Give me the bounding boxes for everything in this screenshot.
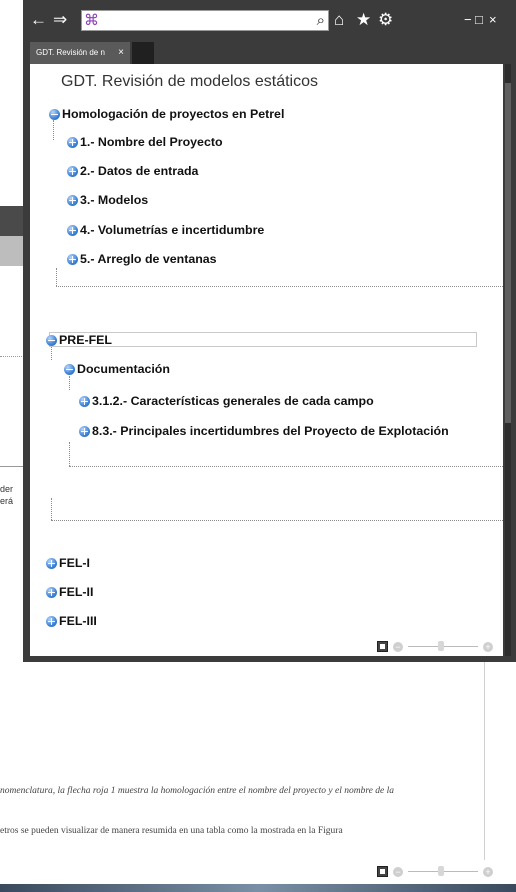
node-label: FEL-II [59,585,94,599]
zoom-slider[interactable] [408,641,478,651]
expand-icon[interactable] [46,557,57,569]
view-mode-icon[interactable] [377,641,388,652]
expand-icon[interactable] [67,253,78,265]
zoom-out-button[interactable]: − [393,641,403,652]
close-window-button[interactable]: × [489,12,499,27]
gear-icon[interactable]: ⚙ [378,10,393,30]
collapse-icon[interactable] [49,108,60,120]
collapse-icon[interactable] [64,363,75,375]
node-label: PRE-FEL [59,333,113,347]
node-fel-iii[interactable]: FEL-III [46,614,97,628]
background-paragraph-line: etros se pueden visualizar de manera res… [0,826,343,836]
close-icon[interactable]: × [118,42,124,64]
background-text-fragment: erá [0,496,14,506]
zoom-in-button[interactable]: + [483,641,493,652]
expand-icon[interactable] [67,224,78,236]
address-bar[interactable]: ⌘ ⌕ [81,10,329,31]
node-nombre-proyecto[interactable]: 1.- Nombre del Proyecto [67,135,223,149]
tree-connector [69,376,70,390]
selection-frame [49,332,477,347]
taskbar [0,884,516,892]
node-label: 8.3.- Principales incertidumbres del Pro… [92,424,449,438]
node-label: 1.- Nombre del Proyecto [80,135,223,149]
node-label: FEL-III [59,614,97,628]
expand-icon[interactable] [79,395,90,407]
expand-icon[interactable] [67,165,78,177]
tree-connector [53,120,54,140]
node-label: 5.- Arreglo de ventanas [80,252,217,266]
arrow-right-icon[interactable]: ⇒ [53,10,67,30]
expand-icon[interactable] [46,586,57,598]
group-separator [56,286,503,287]
zoom-slider[interactable] [408,866,478,876]
search-icon[interactable]: ⌕ [317,11,325,30]
app-logo-icon: ⌘ [84,12,99,29]
background-page-edge [484,660,485,860]
node-datos-entrada[interactable]: 2.- Datos de entrada [67,164,198,178]
node-incertidumbres[interactable]: 8.3.- Principales incertidumbres del Pro… [79,424,449,438]
node-caracteristicas[interactable]: 3.1.2.- Características generales de cad… [79,394,374,408]
tree-connector [69,442,70,466]
expand-icon[interactable] [46,615,57,627]
group-separator [69,466,503,467]
collapse-icon[interactable] [46,334,57,346]
new-tab-area[interactable] [132,42,154,64]
node-label: 3.1.2.- Características generales de cad… [92,394,374,408]
star-icon[interactable]: ★ [356,10,371,30]
node-label: Documentación [77,362,170,376]
home-icon[interactable]: ⌂ [334,10,344,30]
group-separator [51,520,503,521]
node-fel-i[interactable]: FEL-I [46,556,90,570]
background-text-fragment: der [0,484,14,494]
node-label: 3.- Modelos [80,193,149,207]
zoom-in-button[interactable]: + [483,866,493,877]
expand-icon[interactable] [67,194,78,206]
node-documentacion[interactable]: Documentación [64,362,170,376]
expand-icon[interactable] [67,136,78,148]
tab-label: GDT. Revisión de n [36,48,105,57]
tree-connector [56,268,57,286]
zoom-slider-thumb[interactable] [438,641,444,651]
node-volumetrias[interactable]: 4.- Volumetrías e incertidumbre [67,223,264,237]
tab-document[interactable]: GDT. Revisión de n × [30,42,130,64]
page-title: GDT. Revisión de modelos estáticos [61,73,318,90]
mindmap-window: ← ⇒ ⌘ ⌕ ⌂ ★ ⚙ − □ × GDT. Revisión de n ×… [23,0,516,662]
node-homologacion[interactable]: Homologación de proyectos en Petrel [49,107,284,121]
node-fel-ii[interactable]: FEL-II [46,585,93,599]
maximize-button[interactable]: □ [475,12,485,27]
arrow-left-icon[interactable]: ← [30,10,47,30]
node-prefel[interactable]: PRE-FEL [46,333,112,347]
zoom-slider-thumb[interactable] [438,866,444,876]
node-arreglo-ventanas[interactable]: 5.- Arreglo de ventanas [67,252,217,266]
zoom-out-button[interactable]: − [393,866,403,877]
node-label: 4.- Volumetrías e incertidumbre [80,223,265,237]
background-zoom-control[interactable]: − + [377,866,493,877]
view-mode-icon[interactable] [377,866,388,877]
background-paragraph-line: nomenclatura, la flecha roja 1 muestra l… [0,786,394,796]
node-label: FEL-I [59,556,90,570]
window-zoom-control[interactable]: − + [377,641,493,652]
minimize-button[interactable]: − [464,12,474,27]
title-bar: ← ⇒ ⌘ ⌕ ⌂ ★ ⚙ − □ × [23,0,516,40]
scrollbar-thumb[interactable] [505,83,511,423]
mindmap-canvas: GDT. Revisión de modelos estáticos Homol… [30,64,503,656]
tree-connector [51,498,52,520]
node-label: 2.- Datos de entrada [80,164,199,178]
expand-icon[interactable] [79,425,90,437]
tree-connector [51,347,52,360]
node-modelos[interactable]: 3.- Modelos [67,193,148,207]
node-label: Homologación de proyectos en Petrel [62,107,285,121]
